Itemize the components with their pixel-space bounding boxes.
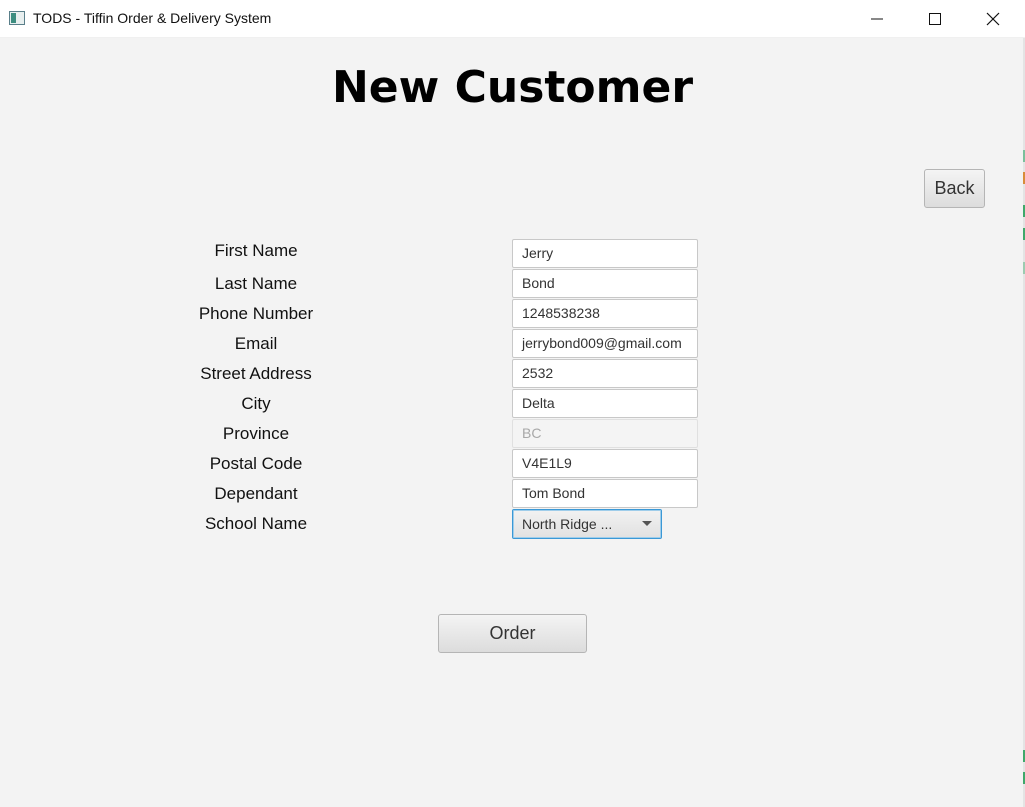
minimize-button[interactable]: [848, 0, 906, 38]
first-name-label: First Name: [214, 241, 298, 260]
email-label: Email: [234, 334, 278, 353]
province-label: Province: [222, 424, 290, 443]
close-icon: [986, 12, 1000, 26]
window-title: TODS - Tiffin Order & Delivery System: [33, 10, 272, 26]
email-field[interactable]: jerrybond009@gmail.com: [512, 329, 698, 358]
school-name-label: School Name: [204, 514, 308, 533]
street-address-label: Street Address: [200, 364, 312, 383]
street-address-field[interactable]: 2532: [512, 359, 698, 388]
maximize-icon: [929, 13, 941, 25]
page-title: New Customer: [331, 62, 694, 113]
phone-number-field[interactable]: 1248538238: [512, 299, 698, 328]
first-name-field[interactable]: Jerry: [512, 239, 698, 268]
postal-code-label: Postal Code: [209, 454, 303, 473]
last-name-label: Last Name: [214, 274, 298, 293]
city-label: City: [241, 394, 271, 413]
minimize-icon: [871, 18, 883, 20]
school-name-select[interactable]: North Ridge ...: [512, 509, 662, 539]
title-bar: TODS - Tiffin Order & Delivery System: [0, 0, 1025, 38]
school-name-value: North Ridge ...: [522, 516, 613, 532]
chevron-down-icon[interactable]: [642, 521, 652, 526]
order-button[interactable]: Order: [438, 614, 587, 653]
province-field: BC: [512, 419, 698, 448]
last-name-field[interactable]: Bond: [512, 269, 698, 298]
maximize-button[interactable]: [906, 0, 964, 38]
phone-number-label: Phone Number: [198, 304, 314, 323]
dependant-field[interactable]: Tom Bond: [512, 479, 698, 508]
postal-code-field[interactable]: V4E1L9: [512, 449, 698, 478]
city-field[interactable]: Delta: [512, 389, 698, 418]
app-icon: [9, 11, 25, 25]
close-button[interactable]: [964, 0, 1022, 38]
dependant-label: Dependant: [214, 484, 298, 503]
back-button[interactable]: Back: [924, 169, 985, 208]
